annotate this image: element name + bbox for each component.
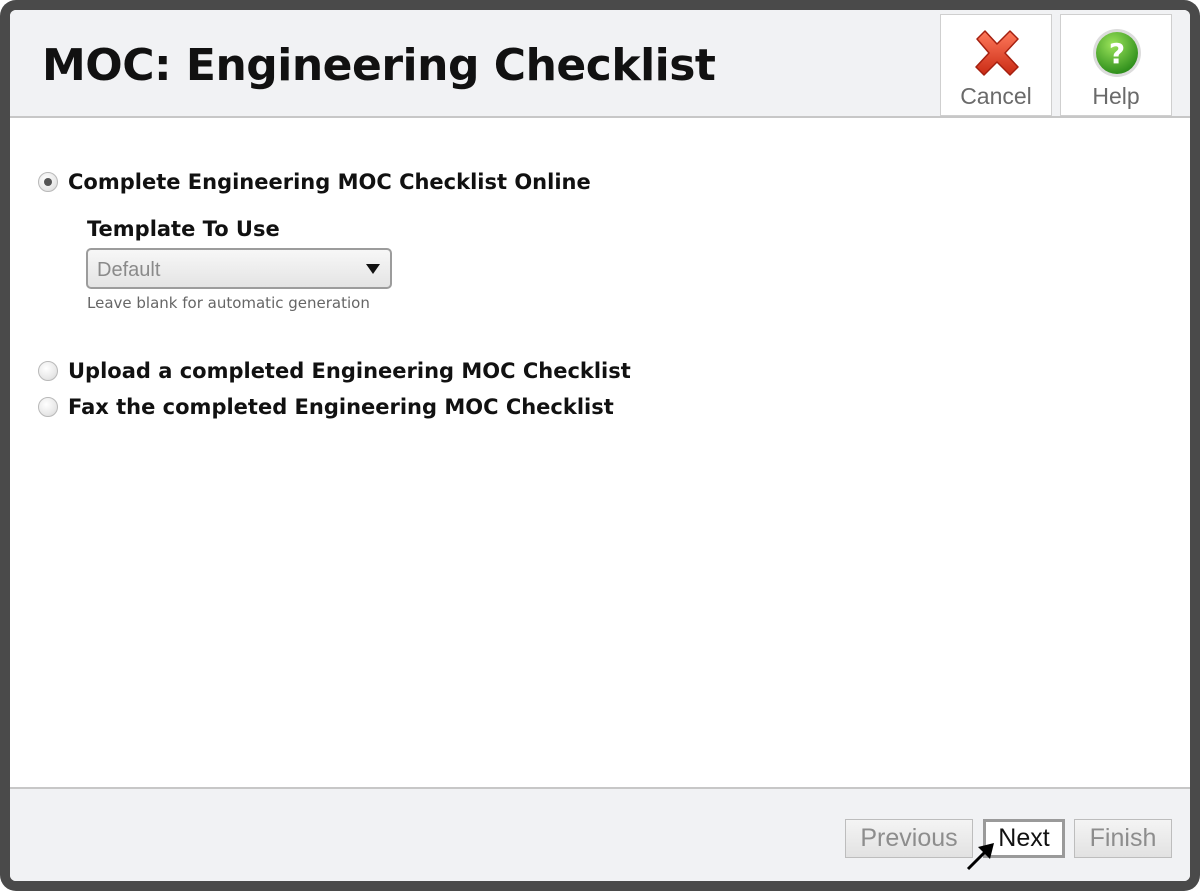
template-hint: Leave blank for automatic generation [87, 294, 370, 312]
dialog-footer: Previous Next Finish [10, 787, 1190, 881]
radio-option-online[interactable]: Complete Engineering MOC Checklist Onlin… [38, 170, 591, 194]
help-icon: ? [1093, 29, 1141, 77]
help-button[interactable]: ? Help [1060, 14, 1172, 116]
window-frame: MOC: Engineering Checklist Cancel ? Help… [0, 0, 1200, 891]
template-select-value: Default [97, 259, 161, 281]
chevron-down-icon [366, 264, 380, 274]
mouse-pointer-icon [966, 843, 994, 871]
help-label: Help [1092, 83, 1140, 109]
page-title: MOC: Engineering Checklist [42, 40, 716, 91]
radio-option-upload[interactable]: Upload a completed Engineering MOC Check… [38, 359, 631, 383]
radio-option-fax[interactable]: Fax the completed Engineering MOC Checkl… [38, 395, 614, 419]
svg-text:?: ? [1109, 37, 1125, 70]
radio-button-fax[interactable] [38, 397, 58, 417]
dialog-window: MOC: Engineering Checklist Cancel ? Help… [10, 10, 1190, 881]
option-label-online: Complete Engineering MOC Checklist Onlin… [68, 170, 591, 194]
radio-button-online[interactable] [38, 172, 58, 192]
template-label: Template To Use [87, 217, 280, 241]
close-icon [975, 30, 1019, 76]
radio-button-upload[interactable] [38, 361, 58, 381]
previous-button[interactable]: Previous [845, 819, 973, 858]
finish-button[interactable]: Finish [1074, 819, 1172, 858]
template-select[interactable]: Default [86, 248, 392, 289]
cancel-button[interactable]: Cancel [940, 14, 1052, 116]
cancel-label: Cancel [960, 83, 1032, 109]
option-label-upload: Upload a completed Engineering MOC Check… [68, 359, 631, 383]
dialog-header: MOC: Engineering Checklist Cancel ? Help [10, 10, 1190, 118]
option-label-fax: Fax the completed Engineering MOC Checkl… [68, 395, 614, 419]
